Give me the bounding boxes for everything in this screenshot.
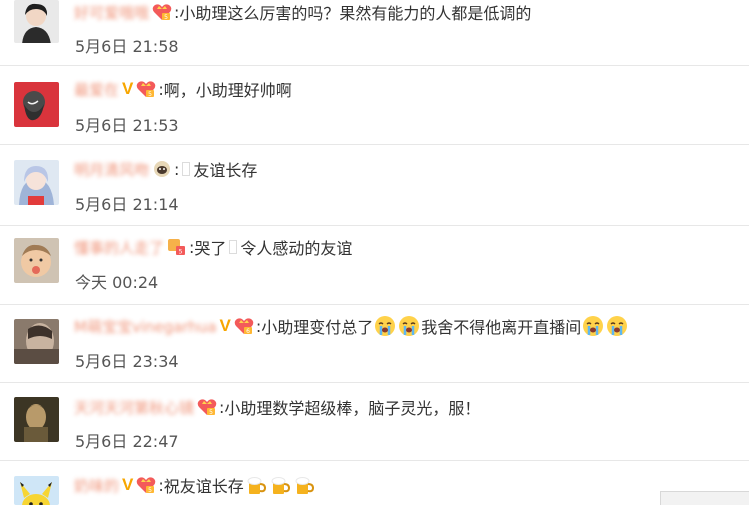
comment-username[interactable]: 好可爱哦哦 [74,2,149,23]
member-badge-icon[interactable]: 5 [197,398,217,416]
verified-v-icon[interactable]: V [122,79,133,99]
comment-username[interactable]: M萌宝宝vinegarhua [74,316,217,337]
hidden-character [229,240,238,254]
comment-text: 小助理这么厉害的吗？果然有能力的人都是低调的 [179,4,532,23]
comment-username[interactable]: 懂事的人走了 [74,237,164,258]
avatar[interactable] [14,238,59,283]
member-badge-icon[interactable]: 5 [136,476,156,494]
member-badge-icon[interactable]: 6 [234,317,254,335]
comment-item: M萌宝宝vinegarhua V 6 : 小助理变付总了 我舍不得他离开直播间 … [0,305,749,383]
comment-time: 5月6日 21:53 [75,116,179,135]
avatar[interactable] [14,82,59,127]
sheep-badge-icon[interactable] [152,160,172,178]
member-badge-icon[interactable]: 5 [152,3,172,21]
comment-item: 懂事的人走了 5 : 哭了 令人感动的友谊 今天 00:24 [0,226,749,305]
comment-username[interactable]: 奶味的 [74,475,119,496]
comment-text: 祝友谊长存 [163,477,244,496]
comment-item: 好可爱哦哦 5 : 小助理这么厉害的吗？果然有能力的人都是低调的 5月6日 21… [0,0,749,66]
comment-time: 今天 00:24 [75,273,159,292]
overlay-panel-corner [660,491,749,505]
svg-text:5: 5 [148,91,152,98]
svg-text:6: 6 [246,328,250,335]
beer-mug-emoji [293,474,315,496]
avatar[interactable] [14,476,59,505]
comment-list: 好可爱哦哦 5 : 小助理这么厉害的吗？果然有能力的人都是低调的 5月6日 21… [0,0,749,505]
svg-text:5: 5 [148,487,152,494]
comment-username[interactable]: 天河天河第秋心镜 [74,397,194,418]
member-badge-icon[interactable]: 5 [136,80,156,98]
comment-text: 啊，小助理好帅啊 [163,81,292,100]
comment-item: 最爱在 V 5 : 啊，小助理好帅啊 5月6日 21:53 [0,66,749,145]
comment-time: 5月6日 22:47 [75,432,179,451]
comment-item: 明月清风吻 : 友谊长存 5月6日 21:14 [0,145,749,226]
comment-time: 5月6日 23:34 [75,352,179,371]
avatar[interactable] [14,0,59,43]
svg-text:5: 5 [179,249,183,256]
comment-username[interactable]: 最爱在 [74,79,119,100]
avatar[interactable] [14,160,59,205]
svg-text:5: 5 [164,14,168,21]
beer-mug-emoji [269,474,291,496]
comment-text: 哭了 [194,239,227,258]
comment-item: 奶味的 V 5 : 祝友谊长存 [0,461,749,505]
hidden-character [182,162,191,176]
comment-text: 小助理数学超级棒，脑子灵光，服！ [224,399,481,418]
beer-mug-emoji [245,474,267,496]
crying-face-emoji [398,315,420,337]
comment-text: 令人感动的友谊 [240,239,353,258]
comment-colon: : [174,159,180,179]
member-badge-icon[interactable]: 5 [167,238,187,256]
comment-text: 我舍不得他离开直播间 [421,318,582,337]
avatar[interactable] [14,397,59,442]
avatar[interactable] [14,319,59,364]
comment-item: 天河天河第秋心镜 5 : 小助理数学超级棒，脑子灵光，服！ 5月6日 22:47 [0,383,749,461]
comment-time: 5月6日 21:58 [75,37,179,56]
crying-face-emoji [606,315,628,337]
svg-text:5: 5 [209,409,213,416]
comment-text: 小助理变付总了 [261,318,374,337]
crying-face-emoji [374,315,396,337]
verified-v-icon[interactable]: V [220,316,231,336]
crying-face-emoji [582,315,604,337]
comment-username[interactable]: 明月清风吻 [74,159,149,180]
comment-time: 5月6日 21:14 [75,195,179,214]
comment-text: 友谊长存 [193,161,258,180]
verified-v-icon[interactable]: V [122,475,133,495]
